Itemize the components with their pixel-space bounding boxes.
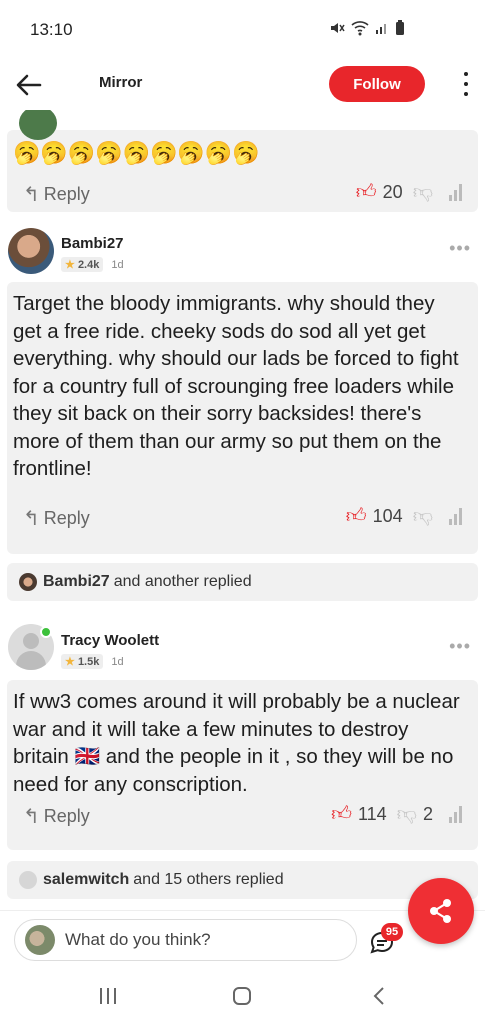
comment-age: 1d [111,258,124,271]
replied-username: salemwitch [43,871,130,888]
follow-button[interactable]: Follow [329,66,425,102]
back-arrow-icon [16,74,42,96]
mute-icon [331,23,345,33]
star-icon: ★ [65,656,75,668]
comment-meta: ★ 1.5k 1d [61,654,124,669]
stats-icon[interactable] [449,805,462,823]
page-title: Mirror [99,74,143,91]
status-bar: 13:10 [0,0,485,58]
star-icon: ★ [65,259,75,271]
reply-icon: ↰ [23,508,40,530]
karma-badge: ★ 1.5k [61,654,104,669]
vote-row: 👍︎ 20 👎︎ [356,180,462,204]
comment-age: 1d [111,655,124,668]
reply-button[interactable]: ↰ Reply [23,506,90,531]
replies-summary[interactable]: salemwitch and 15 others replied [7,861,478,899]
reply-icon: ↰ [23,184,40,206]
replied-text: and 15 others replied [133,871,284,888]
comment-more-icon[interactable]: ••• [449,636,471,657]
thumbs-up-icon[interactable]: 👍︎ [346,504,367,528]
reply-button[interactable]: ↰ Reply [23,182,90,207]
avatar [19,573,37,591]
reply-button[interactable]: ↰ Reply [23,804,90,829]
wifi-icon [351,21,369,36]
comment-item: Tracy Woolett ★ 1.5k 1d ••• If ww3 comes… [0,620,485,900]
replied-username: Bambi27 [43,573,110,590]
comment-bubble: Target the bloody immigrants. why should… [7,282,478,554]
downvote-count: 2 [422,803,433,824]
upvote-count: 20 [382,181,403,202]
more-options-button[interactable] [456,72,476,96]
vote-row: 👍︎ 114 👎︎ 2 [331,802,462,826]
thumbs-down-icon[interactable]: 👎︎ [397,802,417,826]
comment-bubble: If ww3 comes around it will probably be … [7,680,478,850]
thumbs-down-icon[interactable]: 👎︎ [413,504,433,528]
home-button[interactable] [230,984,260,1008]
system-back-button[interactable] [368,984,398,1008]
status-time: 13:10 [30,20,73,39]
comments-feed[interactable]: 🥱🥱🥱🥱🥱🥱🥱🥱🥱 ↰ Reply 👍︎ 20 👎︎ Bambi27 ★ 2.4… [0,110,485,910]
thumbs-up-icon[interactable]: 👍︎ [356,180,377,204]
replies-summary[interactable]: Bambi27 and another replied [7,563,478,601]
thumbs-down-icon[interactable]: 👎︎ [413,180,433,204]
signal-icon [376,24,386,34]
recent-apps-icon [100,988,116,1004]
emoji-row: 🥱🥱🥱🥱🥱🥱🥱🥱🥱 [13,140,260,165]
reply-label: Reply [43,508,90,528]
avatar[interactable] [8,228,54,274]
karma-value: 1.5k [77,656,100,668]
comment-input[interactable]: What do you think? [14,919,357,961]
replied-text: and another replied [113,573,252,590]
share-icon [430,899,451,923]
comment-more-icon[interactable]: ••• [449,238,471,259]
screen: 13:10 Mirror Follow 🥱🥱🥱🥱🥱🥱🥱🥱🥱 ↰ Reply 👍︎… [0,0,485,1024]
prev-comment-card: 🥱🥱🥱🥱🥱🥱🥱🥱🥱 ↰ Reply 👍︎ 20 👎︎ [7,110,478,212]
karma-value: 2.4k [77,259,100,271]
comment-meta: ★ 2.4k 1d [61,257,124,272]
online-status-indicator [40,626,52,638]
thumbs-up-icon[interactable]: 👍︎ [331,802,352,826]
comment-count-badge: 95 [381,923,403,941]
karma-badge: ★ 2.4k [61,257,104,272]
comment-username[interactable]: Tracy Woolett [61,632,159,649]
app-bar: Mirror Follow [0,58,485,110]
back-button[interactable] [12,68,46,102]
reply-label: Reply [43,184,90,204]
comment-username[interactable]: Bambi27 [61,235,124,252]
comment-text: Target the bloody immigrants. why should… [13,292,459,480]
comment-input-placeholder: What do you think? [65,930,211,949]
comment-text: If ww3 comes around it will probably be … [13,690,460,796]
home-icon [233,987,251,1005]
comment-item: Bambi27 ★ 2.4k 1d ••• Target the bloody … [0,222,485,601]
upvote-count: 114 [357,803,387,824]
more-vertical-icon [464,72,468,76]
avatar [19,871,37,889]
chevron-left-icon [373,987,384,1005]
avatar [25,925,55,955]
reply-icon: ↰ [23,806,40,828]
stats-icon[interactable] [449,507,462,525]
system-nav-bar [0,968,485,1024]
stats-icon[interactable] [449,183,462,201]
status-icons [329,20,405,36]
share-button[interactable] [408,878,474,944]
upvote-count: 104 [372,505,403,526]
avatar [19,110,57,140]
reply-label: Reply [43,806,90,826]
vote-row: 👍︎ 104 👎︎ [346,504,462,528]
recent-apps-button[interactable] [96,984,126,1008]
battery-icon [396,20,404,35]
